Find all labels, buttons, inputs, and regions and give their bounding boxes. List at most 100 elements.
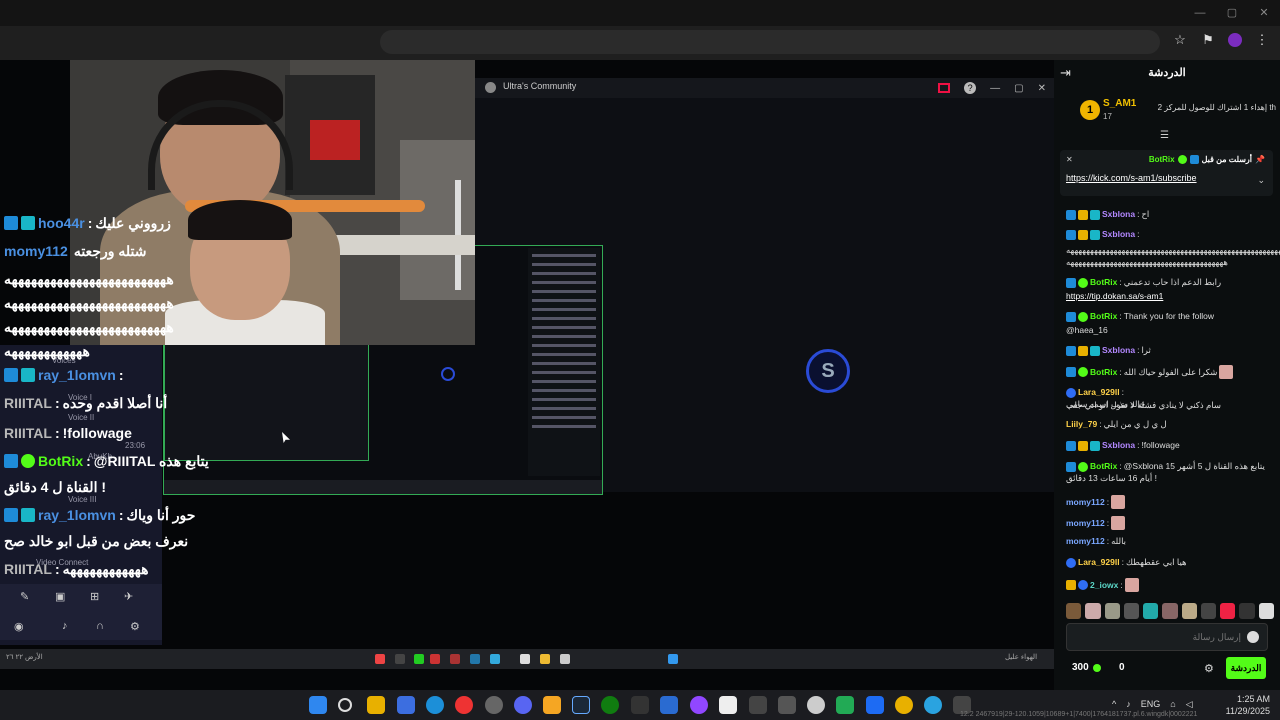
emote-icon[interactable] xyxy=(1181,603,1197,619)
emote-icon[interactable] xyxy=(1066,603,1082,619)
chat-message-input[interactable] xyxy=(1073,628,1243,646)
address-bar[interactable] xyxy=(380,30,1160,54)
emote-icon[interactable] xyxy=(1239,603,1255,619)
language-indicator[interactable]: ENG xyxy=(1141,699,1161,710)
chat-username[interactable]: momy112 xyxy=(1066,536,1105,547)
chat-message[interactable]: BotRix: شكرا على الفولو حياك الله xyxy=(1066,365,1274,379)
chat-username[interactable]: BotRix xyxy=(1090,311,1117,322)
chat-message[interactable]: BotRix: Thank you for the follow xyxy=(1066,311,1274,322)
minimize-button[interactable]: — xyxy=(1184,0,1216,26)
bookmark-star-icon[interactable]: ☆ xyxy=(1172,32,1188,48)
emote-icon[interactable] xyxy=(1085,603,1101,619)
chat-input-box[interactable] xyxy=(1066,623,1268,651)
chat-message[interactable]: Sxblona: ثرا xyxy=(1066,345,1274,356)
app-icon[interactable] xyxy=(866,696,884,714)
chat-settings-gear-icon[interactable]: ⚙ xyxy=(1204,662,1214,675)
app-icon[interactable] xyxy=(895,696,913,714)
chat-username[interactable]: BotRix xyxy=(1090,461,1117,472)
app-icon[interactable] xyxy=(778,696,796,714)
chat-username[interactable]: Lara_929ll xyxy=(1078,387,1120,398)
network-icon[interactable]: ⌂ xyxy=(1170,699,1175,710)
close-button[interactable]: ✕ xyxy=(1248,0,1280,26)
start-menu-icon[interactable] xyxy=(309,696,327,714)
app-icon[interactable] xyxy=(719,696,737,714)
chat-username[interactable]: Lara_929ll xyxy=(1078,557,1120,568)
mic-icon[interactable]: ♪ xyxy=(62,620,68,632)
screenshare-close-button[interactable]: ✕ xyxy=(1038,83,1046,94)
app-icon[interactable] xyxy=(749,696,767,714)
chat-send-button[interactable]: الدردشة xyxy=(1226,657,1266,679)
volume-icon[interactable]: ◁ xyxy=(1186,699,1193,710)
chat-message[interactable]: momy112: بالله xyxy=(1066,536,1274,547)
channel-points[interactable]: 300 xyxy=(1072,662,1101,673)
headphones-icon[interactable]: ∩ xyxy=(96,620,104,632)
chat-message[interactable]: BotRix: رابط الدعم اذا حاب تدعمني xyxy=(1066,277,1274,288)
emoji-picker-icon[interactable] xyxy=(1247,631,1259,643)
chat-username[interactable]: Sxblona xyxy=(1102,345,1135,356)
pinned-message[interactable]: ✕ BotRix أرسلت من قبل 📌 https://kick.com… xyxy=(1060,150,1273,196)
chat-message[interactable]: Liily_79: ل ي ل ي من ايلي xyxy=(1066,419,1274,430)
chat-username[interactable]: momy112 xyxy=(1066,497,1105,508)
emote-icon[interactable] xyxy=(1123,603,1140,619)
chat-username[interactable]: 2_iowx xyxy=(1090,580,1118,591)
telegram-icon[interactable] xyxy=(924,696,942,714)
discord-icon[interactable] xyxy=(514,696,532,714)
chrome-icon[interactable] xyxy=(455,696,473,714)
chat-message[interactable]: أيام 16 ساعات 13 دقائق ! xyxy=(1066,473,1274,484)
help-icon[interactable]: ? xyxy=(964,82,977,94)
screenshare-maximize-button[interactable]: ▢ xyxy=(1014,83,1023,94)
menu-icon[interactable]: ⋮ xyxy=(1254,32,1270,48)
chat-username[interactable]: BotRix xyxy=(1090,277,1117,288)
chat-username[interactable]: Sxblona xyxy=(1102,209,1135,220)
chevron-up-icon[interactable]: ^ xyxy=(1112,699,1116,710)
chat-message[interactable]: momy112: xyxy=(1066,516,1274,530)
steam-icon[interactable] xyxy=(572,696,590,714)
mic-tray-icon[interactable]: ♪ xyxy=(1126,699,1131,710)
edge-icon[interactable] xyxy=(426,696,444,714)
chat-message[interactable]: @haea_16 xyxy=(1066,325,1274,336)
chat-link[interactable]: https://tip.dokan.sa/s-am1 xyxy=(1066,291,1163,302)
chat-username[interactable]: momy112 xyxy=(1066,518,1105,529)
chat-message[interactable]: 2_iowx: xyxy=(1066,578,1274,592)
emote-icon[interactable] xyxy=(1258,603,1274,619)
chat-message[interactable]: momy112: xyxy=(1066,495,1274,509)
filter-icon[interactable]: ☰ xyxy=(1160,130,1169,141)
chat-username[interactable]: Liily_79 xyxy=(1066,419,1097,430)
chat-username[interactable]: Sxblona xyxy=(1102,229,1135,240)
github-icon[interactable] xyxy=(485,696,503,714)
maximize-button[interactable]: ▢ xyxy=(1216,0,1248,26)
chat-message[interactable]: هههههههههههههههههههههههههههههههههههههههه… xyxy=(1066,245,1280,256)
app-icon[interactable] xyxy=(690,696,708,714)
chat-message[interactable]: Sxblona: xyxy=(1066,229,1274,240)
emote-icon[interactable] xyxy=(1220,603,1236,619)
unpin-icon[interactable]: ✕ xyxy=(1066,155,1073,164)
pinned-link[interactable]: https://kick.com/s-am1/subscribe xyxy=(1066,173,1197,183)
settings-gear-icon[interactable]: ⚙ xyxy=(130,620,140,633)
app-icon[interactable] xyxy=(807,696,825,714)
chat-message[interactable]: Sxblona: !followage xyxy=(1066,440,1274,451)
chat-message[interactable]: BotRix: @Sxblona يتابع هذه القناة ل 5 أشه… xyxy=(1066,461,1274,472)
app-icon[interactable] xyxy=(631,696,649,714)
emote-icon[interactable] xyxy=(1143,603,1159,619)
chat-message[interactable]: Lara_929ll: هيا ابي عقطهطك xyxy=(1066,557,1274,568)
chat-message[interactable]: خالد مذب اسمه سامي xyxy=(1066,399,1274,410)
search-icon[interactable] xyxy=(338,698,352,712)
chat-message[interactable]: هههههههههههههههههههههههههههههههههههههههه… xyxy=(1066,257,1274,268)
avatar[interactable]: ◉ xyxy=(14,620,24,633)
emote-icon[interactable] xyxy=(1104,603,1120,619)
chevron-down-icon[interactable]: ⌄ xyxy=(1257,175,1265,186)
chat-message[interactable]: Sxblona: اح xyxy=(1066,209,1274,220)
app-icon[interactable] xyxy=(836,696,854,714)
xbox-icon[interactable] xyxy=(601,696,619,714)
file-explorer-icon[interactable] xyxy=(367,696,385,714)
app-icon[interactable] xyxy=(543,696,561,714)
chat-username[interactable]: BotRix xyxy=(1090,367,1117,378)
app-icon[interactable] xyxy=(660,696,678,714)
extensions-icon[interactable]: ⚑ xyxy=(1200,32,1216,48)
chat-username[interactable]: Sxblona xyxy=(1102,440,1135,451)
store-icon[interactable] xyxy=(397,696,415,714)
emote-icon[interactable] xyxy=(1200,603,1217,619)
screenshare-minimize-button[interactable]: — xyxy=(990,83,1000,94)
profile-avatar[interactable] xyxy=(1228,33,1242,47)
chat-message[interactable]: https://tip.dokan.sa/s-am1 xyxy=(1066,291,1274,302)
